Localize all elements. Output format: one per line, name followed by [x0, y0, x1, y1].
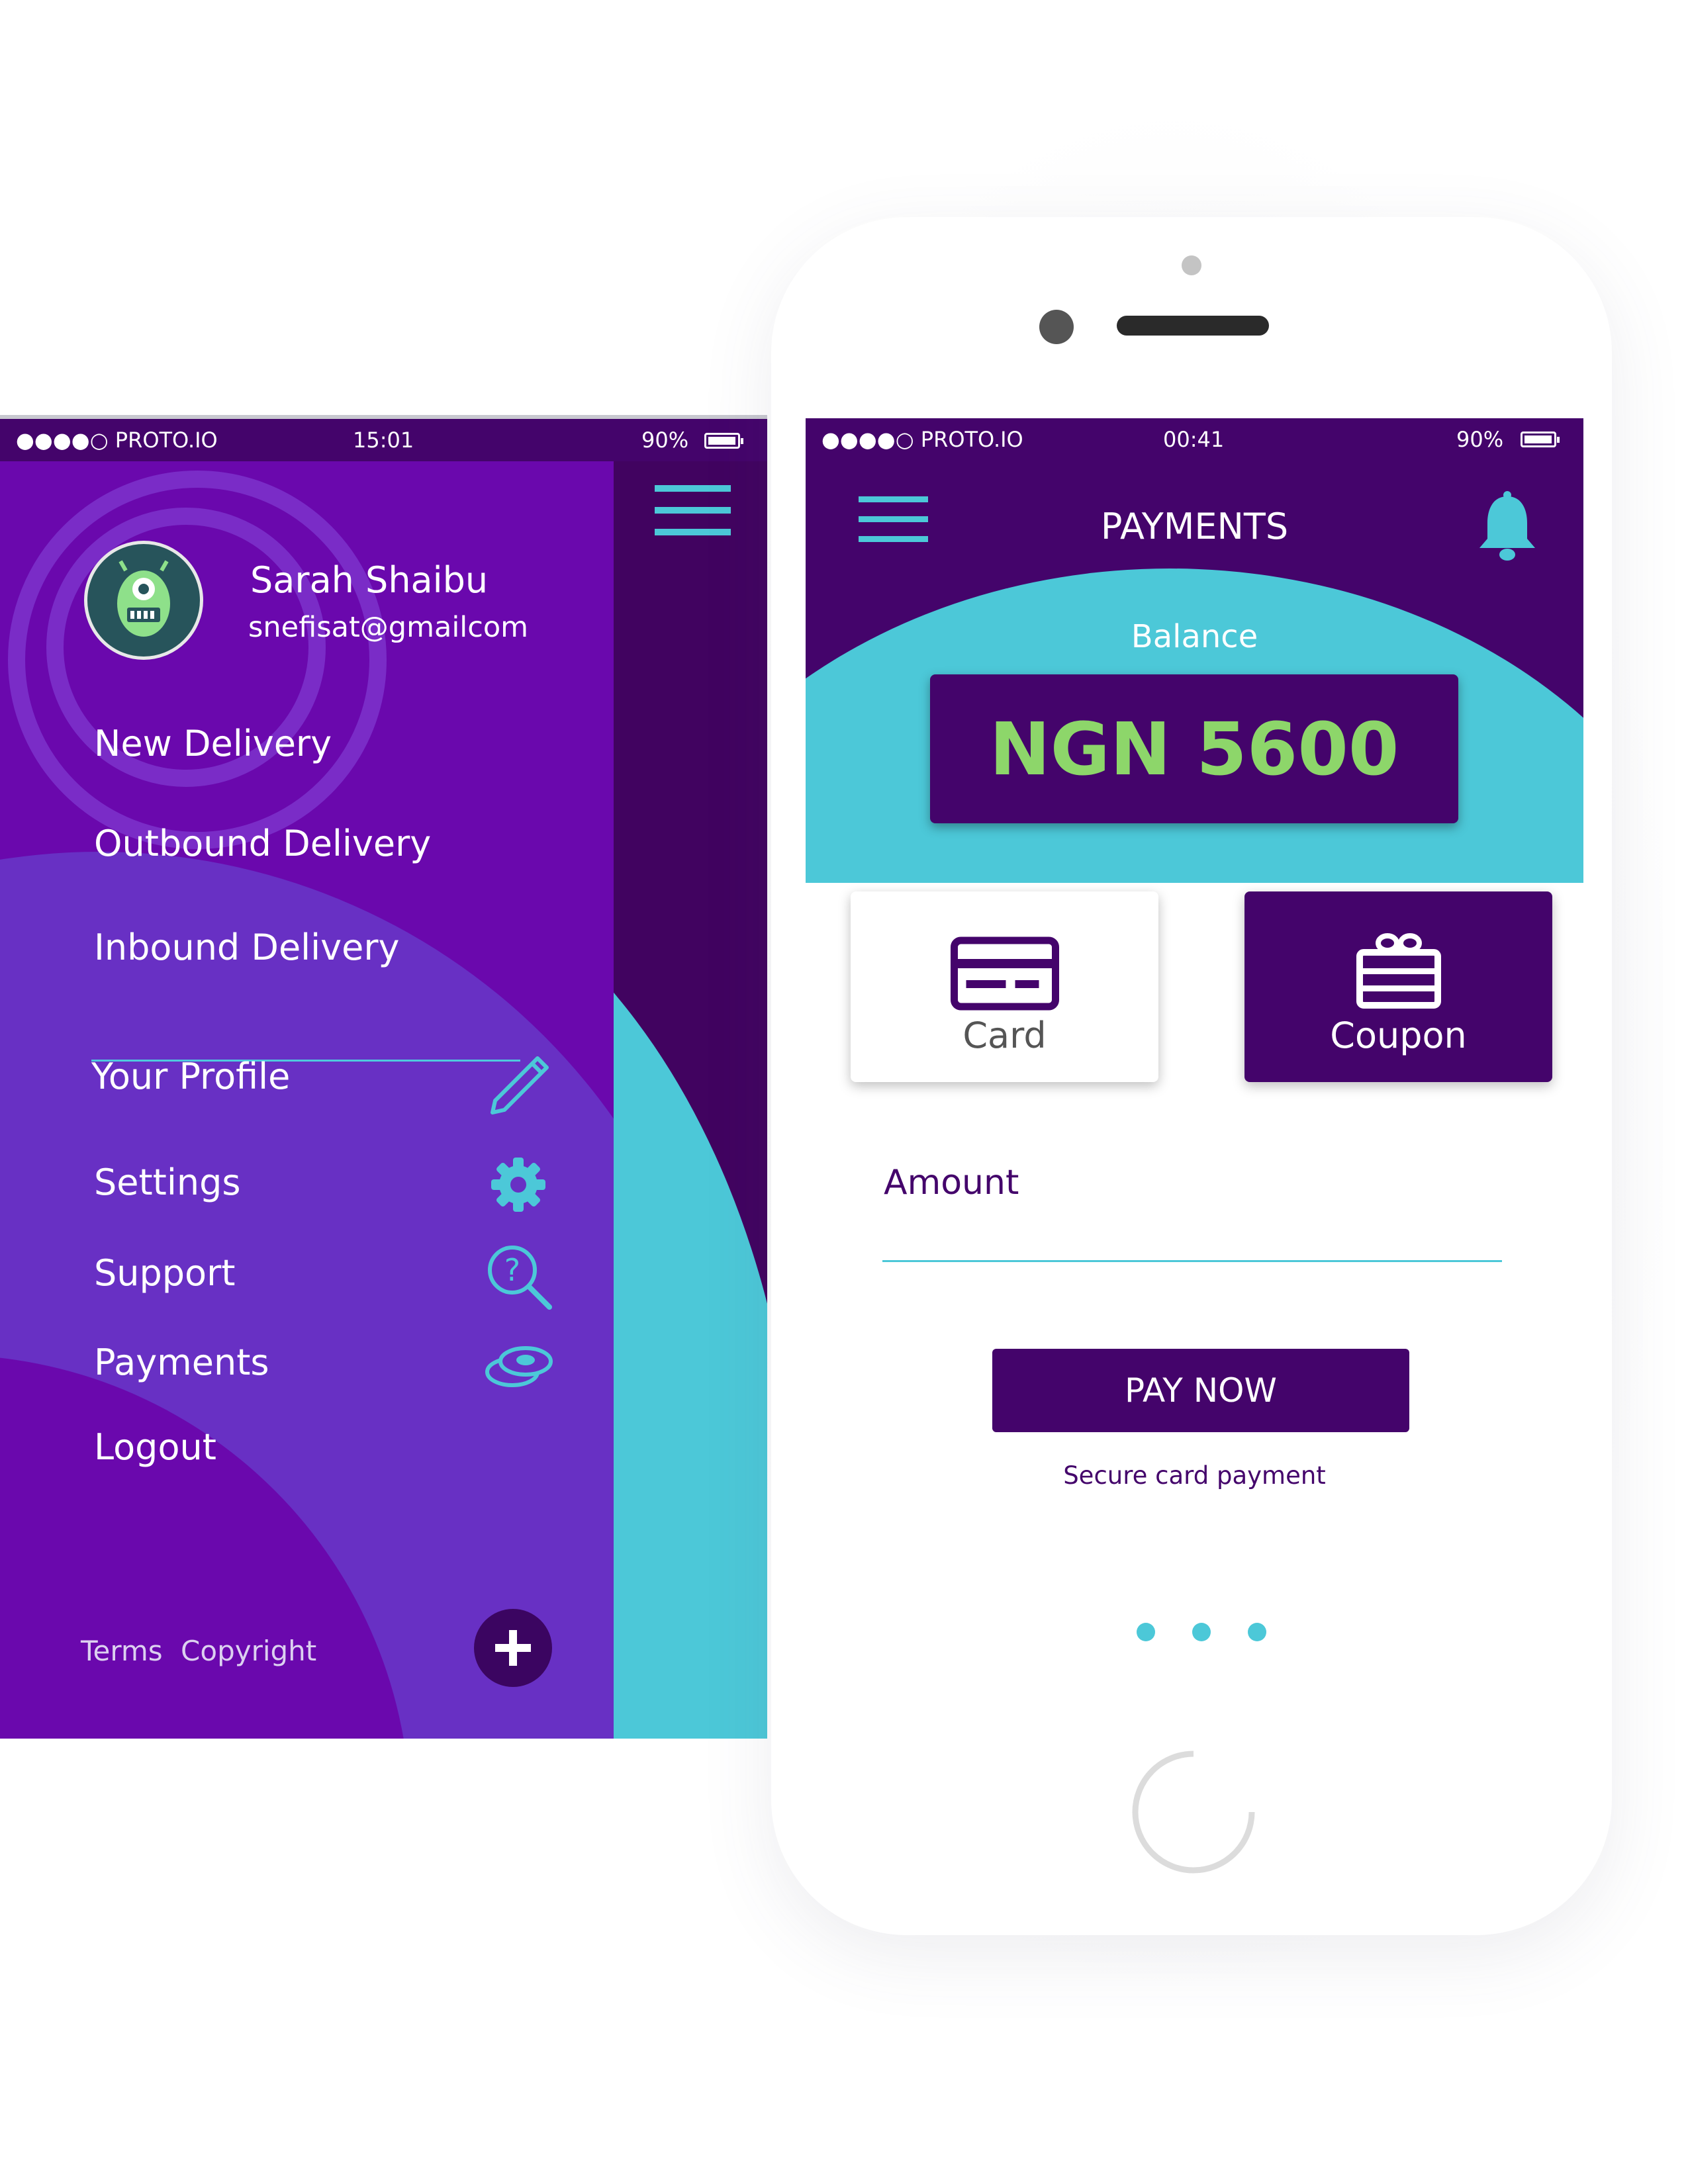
status-time: 00:41 — [1163, 427, 1225, 452]
avatar-monster-icon — [117, 560, 170, 637]
support-search-icon[interactable]: ? — [483, 1241, 556, 1314]
payments-header: PAYMENTS Balance NGN 5600 — [806, 459, 1583, 883]
user-name: Sarah Shaibu — [250, 559, 489, 601]
status-battery: 90% — [641, 428, 689, 453]
gift-icon — [1356, 933, 1441, 1009]
copyright-link[interactable]: Copyright — [181, 1635, 316, 1667]
menu-footer: Terms Copyright — [81, 1635, 316, 1667]
menu-item-outbound-delivery[interactable]: Outbound Delivery — [94, 823, 431, 864]
menu-item-settings[interactable]: Settings — [94, 1161, 240, 1203]
status-time: 15:01 — [353, 428, 414, 453]
avatar[interactable] — [84, 541, 203, 660]
side-menu-panel: Sarah Shaibu snefisat@gmailcom New Deliv… — [0, 461, 614, 1739]
page-title: PAYMENTS — [1100, 506, 1289, 547]
payments-screen: ●●●●○ PROTO.IO 00:41 90% PAYMENTS Balanc… — [806, 418, 1583, 1649]
pay-now-button[interactable]: PAY NOW — [992, 1349, 1409, 1432]
menu-item-support[interactable]: Support — [94, 1252, 235, 1294]
page-dot[interactable] — [1248, 1623, 1266, 1641]
pencil-icon[interactable] — [482, 1044, 555, 1116]
coupon-method-label: Coupon — [1330, 1015, 1467, 1056]
credit-card-icon — [950, 936, 1059, 1011]
secure-payment-note: Secure card payment — [1063, 1461, 1326, 1490]
card-method-label: Card — [962, 1015, 1047, 1056]
phone-camera — [1039, 310, 1074, 344]
gear-icon[interactable] — [489, 1155, 548, 1214]
hamburger-icon[interactable] — [655, 485, 731, 538]
coins-icon[interactable] — [482, 1340, 556, 1393]
underlying-screen-strip — [614, 461, 767, 1739]
status-carrier: ●●●●○ PROTO.IO — [821, 427, 1023, 452]
home-button[interactable] — [1127, 1746, 1260, 1878]
svg-text:?: ? — [504, 1252, 520, 1288]
balance-box: NGN 5600 — [930, 674, 1458, 823]
user-email: snefisat@gmailcom — [248, 611, 529, 644]
amount-input[interactable] — [882, 1196, 1502, 1262]
menu-item-inbound-delivery[interactable]: Inbound Delivery — [94, 927, 400, 968]
page-dot[interactable] — [1192, 1623, 1211, 1641]
terms-link[interactable]: Terms — [81, 1635, 163, 1667]
coupon-method-button[interactable]: Coupon — [1244, 891, 1552, 1082]
page-dot[interactable] — [1137, 1623, 1155, 1641]
phone-speaker — [1117, 316, 1269, 336]
strip-teal-shape — [614, 832, 767, 1739]
bell-icon[interactable] — [1474, 491, 1540, 565]
phone-sensor — [1182, 255, 1201, 275]
battery-icon — [1521, 432, 1560, 447]
balance-label: Balance — [1131, 618, 1258, 655]
add-button[interactable] — [474, 1609, 552, 1687]
battery-icon — [704, 433, 743, 449]
status-bar: ●●●●○ PROTO.IO 00:41 90% — [806, 418, 1583, 459]
side-menu-screen: ●●●●○ PROTO.IO 15:01 90% Sarah Shaibu sn… — [0, 415, 767, 1739]
card-method-button[interactable]: Card — [851, 891, 1158, 1082]
menu-item-payments[interactable]: Payments — [94, 1342, 269, 1383]
menu-item-logout[interactable]: Logout — [94, 1426, 216, 1468]
menu-item-new-delivery[interactable]: New Delivery — [94, 723, 332, 764]
status-battery: 90% — [1456, 427, 1504, 452]
plus-icon — [495, 1630, 531, 1666]
status-bar: ●●●●○ PROTO.IO 15:01 90% — [0, 419, 767, 461]
balance-value: NGN 5600 — [989, 706, 1399, 792]
status-carrier: ●●●●○ PROTO.IO — [16, 428, 218, 453]
menu-item-your-profile[interactable]: Your Profile — [91, 1056, 290, 1097]
